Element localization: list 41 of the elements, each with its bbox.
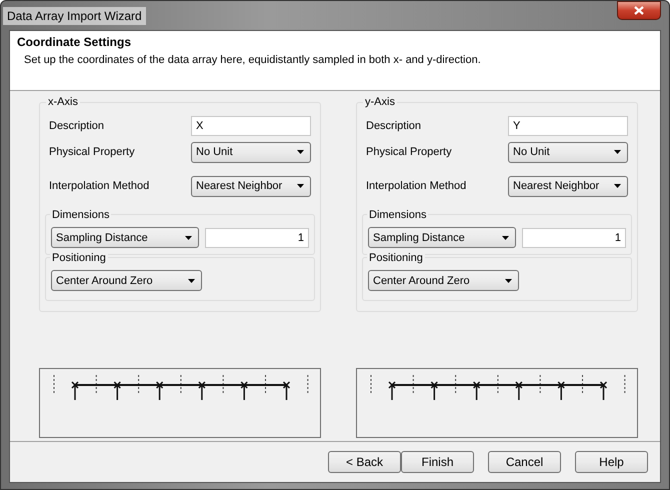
description-field[interactable]: X [191, 116, 311, 136]
field-label: Description [366, 120, 422, 132]
page-title: Coordinate Settings [17, 35, 132, 49]
interpolation-dropdown[interactable]: Nearest Neighbor [191, 176, 311, 196]
page-description: Set up the coordinates of the data array here, equidistantly sampled in both x- and y-direction. [24, 54, 482, 66]
field-label: Physical Property [49, 146, 135, 158]
group-title: x-Axis [46, 96, 80, 108]
field-label: Physical Property [366, 146, 452, 158]
dropdown-arrow-icon [188, 278, 195, 282]
group-title: Dimensions [50, 209, 112, 221]
dropdown-arrow-icon [502, 236, 509, 240]
positioning-dropdown[interactable]: Center Around Zero [51, 270, 202, 291]
dimension-mode-dropdown[interactable]: Sampling Distance [51, 227, 199, 248]
wizard-button[interactable]: Help [575, 451, 648, 473]
wizard-button[interactable]: Cancel [488, 451, 561, 473]
group-title: y-Axis [363, 96, 397, 108]
group-title: Positioning [50, 252, 108, 264]
group-title: Dimensions [367, 209, 428, 221]
dropdown-arrow-icon [614, 184, 621, 188]
dropdown-arrow-icon [505, 278, 512, 282]
dropdown-arrow-icon [185, 236, 192, 240]
property-dropdown[interactable]: No Unit [191, 142, 311, 162]
field-label: Description [49, 120, 104, 132]
field-label: Interpolation Method [49, 180, 150, 192]
dropdown-arrow-icon [297, 184, 304, 188]
dropdown-arrow-icon [614, 150, 621, 154]
distance-field[interactable]: 1 [205, 228, 309, 248]
wizard-button[interactable]: Finish [401, 451, 474, 473]
field-label: Interpolation Method [366, 180, 466, 192]
property-dropdown[interactable]: No Unit [508, 142, 628, 162]
description-field[interactable]: Y [508, 116, 628, 136]
close-button[interactable] [617, 1, 661, 20]
distance-field[interactable]: 1 [522, 228, 626, 248]
wizard-button[interactable]: < Back [328, 451, 401, 473]
positioning-dropdown[interactable]: Center Around Zero [368, 270, 519, 291]
group-title: Positioning [367, 252, 425, 264]
interpolation-dropdown[interactable]: Nearest Neighbor [508, 176, 628, 196]
dimension-mode-dropdown[interactable]: Sampling Distance [368, 227, 516, 248]
close-icon [634, 6, 644, 15]
window-title: Data Array Import Wizard [3, 6, 146, 24]
dropdown-arrow-icon [297, 150, 304, 154]
